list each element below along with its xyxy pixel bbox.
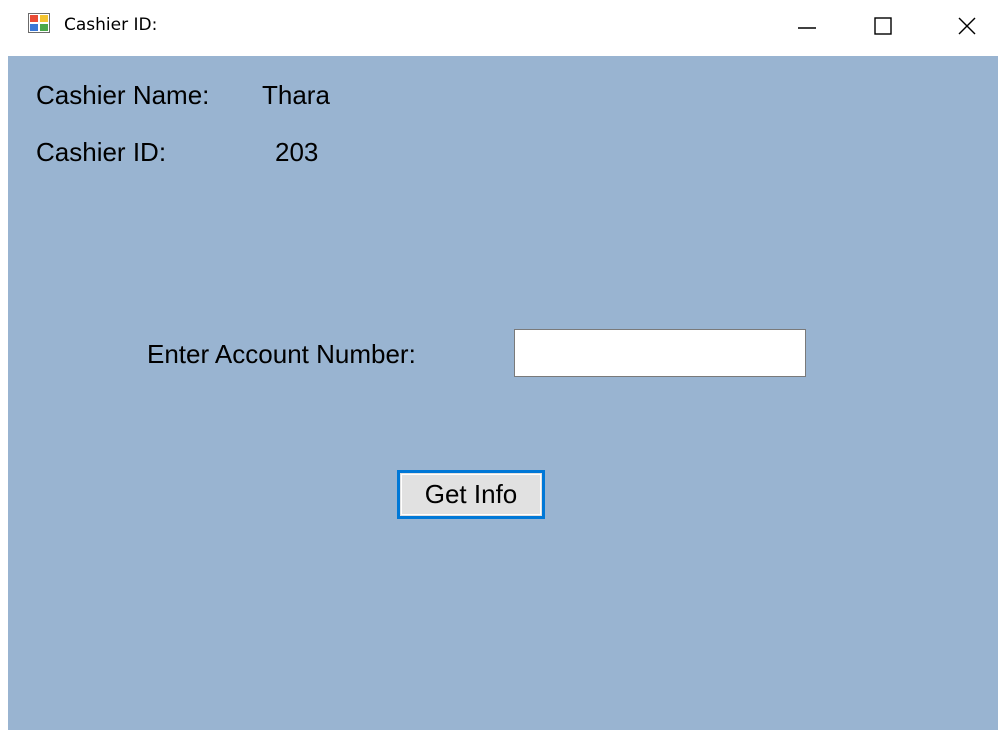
app-window: Cashier ID: Cashier Name: Thara Cashier … — [0, 0, 1006, 730]
get-info-button[interactable]: Get Info — [397, 470, 545, 519]
form-client-area: Cashier Name: Thara Cashier ID: 203 Ente… — [8, 56, 998, 730]
cashier-name-value: Thara — [262, 80, 330, 110]
cashier-id-label: Cashier ID: — [36, 137, 167, 167]
cashier-name-label: Cashier Name: — [36, 80, 210, 110]
minimize-button[interactable] — [777, 0, 837, 56]
account-number-input[interactable] — [514, 329, 806, 377]
window-title: Cashier ID: — [64, 15, 158, 35]
maximize-icon — [873, 16, 893, 41]
close-icon — [957, 16, 977, 41]
winforms-app-icon — [28, 13, 50, 33]
account-number-label: Enter Account Number: — [147, 339, 416, 369]
minimize-icon — [797, 16, 817, 41]
title-bar[interactable]: Cashier ID: — [0, 0, 1006, 56]
maximize-button[interactable] — [853, 0, 913, 56]
cashier-id-value: 203 — [275, 137, 319, 167]
close-button[interactable] — [937, 0, 997, 56]
